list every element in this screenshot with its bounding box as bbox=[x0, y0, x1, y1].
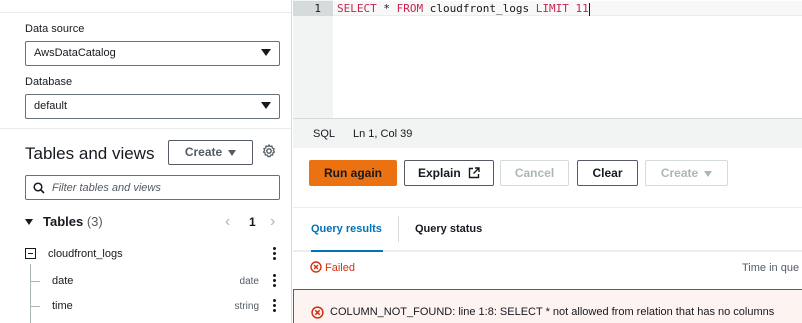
sql-keyword: SELECT bbox=[337, 2, 377, 15]
clear-button[interactable]: Clear bbox=[577, 160, 638, 186]
database-select[interactable]: default bbox=[25, 94, 280, 119]
gear-icon[interactable] bbox=[262, 144, 276, 158]
external-link-icon bbox=[468, 167, 480, 179]
column-item-time[interactable]: time string bbox=[0, 294, 291, 318]
table-name: cloudfront_logs bbox=[48, 248, 123, 260]
line-gutter: 1 bbox=[293, 0, 333, 118]
tables-section-header[interactable]: Tables (3) bbox=[25, 214, 103, 229]
status-text: Failed bbox=[325, 262, 355, 274]
chevron-right-icon[interactable]: › bbox=[270, 213, 275, 231]
tables-count: (3) bbox=[86, 214, 103, 229]
tab-query-results[interactable]: Query results bbox=[311, 223, 382, 235]
sql-keyword: LIMIT bbox=[535, 2, 569, 15]
collapse-icon[interactable] bbox=[25, 248, 36, 259]
tables-label: Tables bbox=[43, 214, 84, 229]
left-panel: Data source AwsDataCatalog Database defa… bbox=[0, 0, 292, 323]
page-number[interactable]: 1 bbox=[249, 215, 256, 229]
pagination: ‹ 1 › bbox=[222, 213, 282, 231]
sql-text: * bbox=[376, 2, 397, 15]
create-button[interactable]: Create bbox=[645, 160, 728, 186]
column-type: date bbox=[239, 276, 259, 287]
caret-down-icon bbox=[261, 49, 271, 56]
query-editor[interactable]: 1 SELECT * FROM cloudfront_logs LIMIT 11 bbox=[293, 0, 802, 118]
active-tab-indicator bbox=[311, 250, 383, 252]
search-icon bbox=[33, 182, 45, 194]
code-line[interactable]: SELECT * FROM cloudfront_logs LIMIT 11 bbox=[333, 1, 802, 16]
error-icon bbox=[311, 306, 324, 319]
column-type: string bbox=[234, 301, 259, 312]
sql-number: 11 bbox=[568, 2, 589, 15]
caret-down-icon bbox=[704, 170, 713, 177]
language-indicator: SQL bbox=[313, 128, 336, 140]
filter-tables-input[interactable] bbox=[52, 180, 272, 195]
status-badge: Failed bbox=[310, 261, 355, 274]
tables-and-views-title: Tables and views bbox=[25, 144, 155, 163]
editor-status-bar: SQL Ln 1, Col 39 bbox=[293, 118, 802, 148]
column-name: date bbox=[52, 275, 74, 287]
more-options-icon[interactable] bbox=[273, 247, 277, 261]
create-table-button[interactable]: Create bbox=[168, 140, 253, 165]
section-divider bbox=[0, 128, 291, 129]
tab-separator bbox=[398, 216, 399, 242]
sql-keyword: FROM bbox=[396, 2, 424, 15]
error-icon bbox=[310, 261, 322, 273]
error-message: COLUMN_NOT_FOUND: line 1:8: SELECT * not… bbox=[330, 306, 775, 318]
time-in-queue-label: Time in que bbox=[742, 262, 800, 274]
column-name: time bbox=[52, 300, 73, 312]
tab-query-status[interactable]: Query status bbox=[415, 223, 482, 235]
line-number: 1 bbox=[293, 1, 333, 16]
run-again-button[interactable]: Run again bbox=[309, 160, 397, 186]
text-cursor bbox=[588, 2, 590, 16]
database-value: default bbox=[34, 100, 68, 112]
filter-tables-field[interactable] bbox=[25, 175, 280, 200]
explain-button[interactable]: Explain bbox=[404, 160, 494, 186]
error-alert: COLUMN_NOT_FOUND: line 1:8: SELECT * not… bbox=[293, 289, 802, 323]
sql-text: cloudfront_logs bbox=[423, 2, 536, 15]
data-source-select[interactable]: AwsDataCatalog bbox=[25, 41, 280, 66]
cursor-position: Ln 1, Col 39 bbox=[353, 128, 413, 140]
create-label: Create bbox=[660, 166, 699, 180]
column-item-date[interactable]: date date bbox=[0, 269, 291, 293]
more-options-icon[interactable] bbox=[273, 274, 277, 288]
toolbar-divider bbox=[293, 207, 802, 208]
more-options-icon[interactable] bbox=[273, 299, 277, 313]
caret-down-icon bbox=[228, 149, 237, 156]
cancel-label: Cancel bbox=[514, 166, 555, 180]
caret-down-icon bbox=[261, 102, 271, 109]
clear-label: Clear bbox=[592, 166, 623, 180]
table-item-cloudfront-logs[interactable]: cloudfront_logs bbox=[0, 242, 291, 266]
create-button-label: Create bbox=[184, 145, 223, 159]
data-source-label: Data source bbox=[25, 23, 85, 35]
run-again-label: Run again bbox=[323, 166, 382, 180]
database-label: Database bbox=[25, 76, 73, 88]
cancel-button[interactable]: Cancel bbox=[500, 160, 569, 186]
explain-label: Explain bbox=[417, 166, 461, 180]
expand-arrow-icon bbox=[25, 218, 33, 225]
top-divider bbox=[0, 12, 291, 13]
data-source-value: AwsDataCatalog bbox=[34, 47, 116, 59]
chevron-left-icon[interactable]: ‹ bbox=[225, 213, 230, 231]
